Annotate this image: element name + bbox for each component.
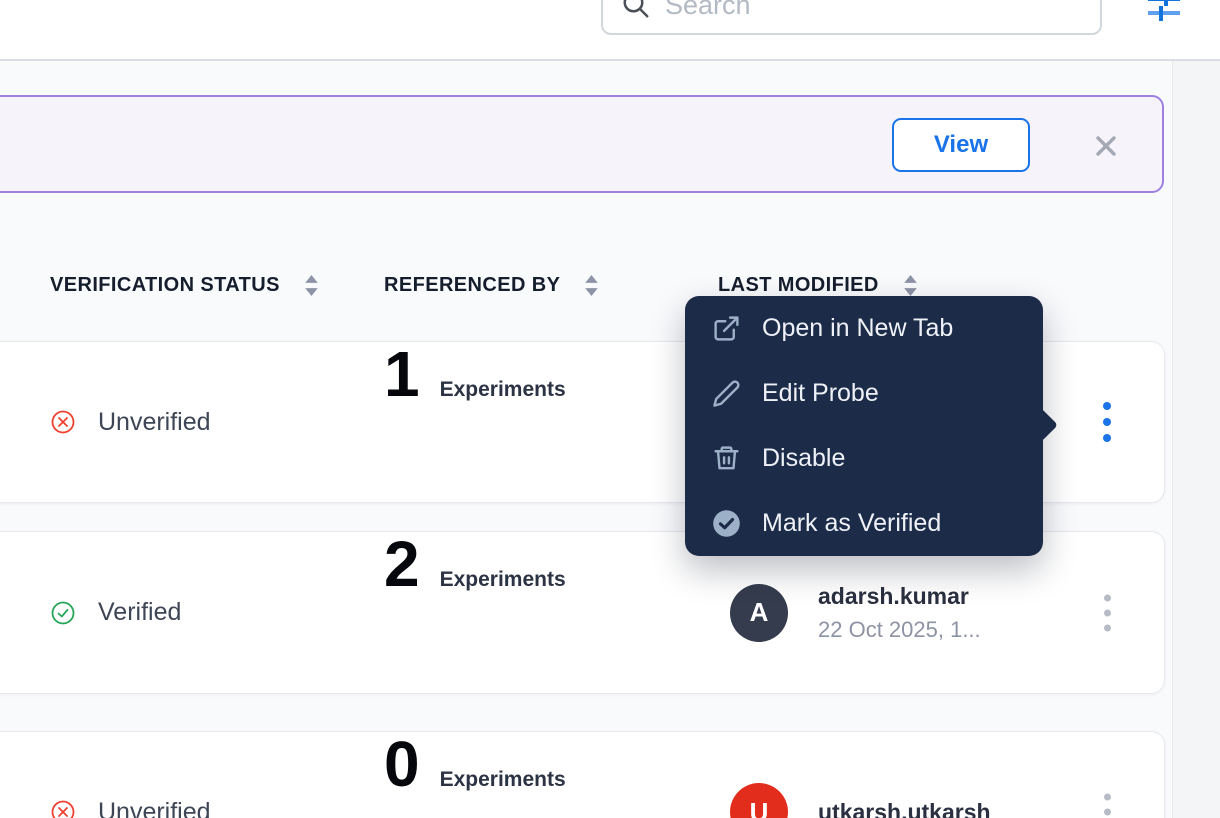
column-header-last-modified[interactable]: LAST MODIFIED <box>718 274 918 297</box>
row-actions-kebab-icon[interactable] <box>1094 588 1120 637</box>
column-label: VERIFICATION STATUS <box>50 274 280 297</box>
experiment-count: 1 <box>384 342 420 406</box>
experiment-unit-label: Experiments <box>440 768 566 792</box>
right-panel-strip <box>1172 61 1220 818</box>
menu-item-label: Disable <box>762 444 845 473</box>
status-label: Unverified <box>98 408 211 437</box>
modified-date: 22 Oct 2025, 1... <box>818 617 981 643</box>
search-icon <box>621 0 651 20</box>
filter-sliders-icon[interactable] <box>1146 0 1182 28</box>
search-input[interactable] <box>665 0 1045 21</box>
experiment-unit-label: Experiments <box>440 568 566 592</box>
menu-item-mark-as-verified[interactable]: Mark as Verified <box>685 491 1043 556</box>
column-header-verification-status[interactable]: VERIFICATION STATUS <box>50 274 319 297</box>
search-box[interactable] <box>601 0 1102 35</box>
top-bar <box>0 0 1220 61</box>
unverified-icon <box>51 800 75 818</box>
sort-icon[interactable] <box>304 275 319 296</box>
experiment-unit-label: Experiments <box>440 378 566 402</box>
row-actions-kebab-icon[interactable] <box>1094 396 1120 448</box>
status-label: Verified <box>98 598 181 627</box>
column-label: REFERENCED BY <box>384 274 560 297</box>
avatar: U <box>730 783 788 818</box>
menu-item-disable[interactable]: Disable <box>685 426 1043 491</box>
row-context-menu: Open in New Tab Edit Probe Disable <box>685 296 1043 556</box>
experiment-count: 0 <box>384 732 420 796</box>
trash-icon <box>712 444 741 473</box>
menu-item-open-in-new-tab[interactable]: Open in New Tab <box>685 296 1043 361</box>
verified-icon <box>51 601 75 625</box>
modified-by-name: utkarsh.utkarsh <box>818 799 991 818</box>
sort-icon[interactable] <box>584 275 599 296</box>
table-row[interactable]: Unverified 0 Experiments U utkarsh.utkar… <box>0 731 1165 818</box>
menu-item-edit-probe[interactable]: Edit Probe <box>685 361 1043 426</box>
status-label: Unverified <box>98 798 211 818</box>
menu-item-label: Open in New Tab <box>762 314 953 343</box>
menu-item-label: Mark as Verified <box>762 509 941 538</box>
unverified-icon <box>51 410 75 434</box>
pencil-icon <box>712 379 741 408</box>
check-circle-icon <box>712 509 741 538</box>
notification-banner: View <box>0 95 1164 193</box>
external-link-icon <box>712 314 741 343</box>
page: View VERIFICATION STATUS REFERENCED BY L… <box>0 0 1220 818</box>
column-header-referenced-by[interactable]: REFERENCED BY <box>384 274 599 297</box>
avatar: A <box>730 584 788 642</box>
menu-item-label: Edit Probe <box>762 379 879 408</box>
view-button[interactable]: View <box>892 118 1030 172</box>
column-label: LAST MODIFIED <box>718 274 879 297</box>
row-actions-kebab-icon[interactable] <box>1094 788 1120 818</box>
modified-by-name: adarsh.kumar <box>818 583 981 610</box>
sort-icon[interactable] <box>903 275 918 296</box>
close-icon[interactable] <box>1092 132 1120 160</box>
experiment-count: 2 <box>384 532 420 596</box>
